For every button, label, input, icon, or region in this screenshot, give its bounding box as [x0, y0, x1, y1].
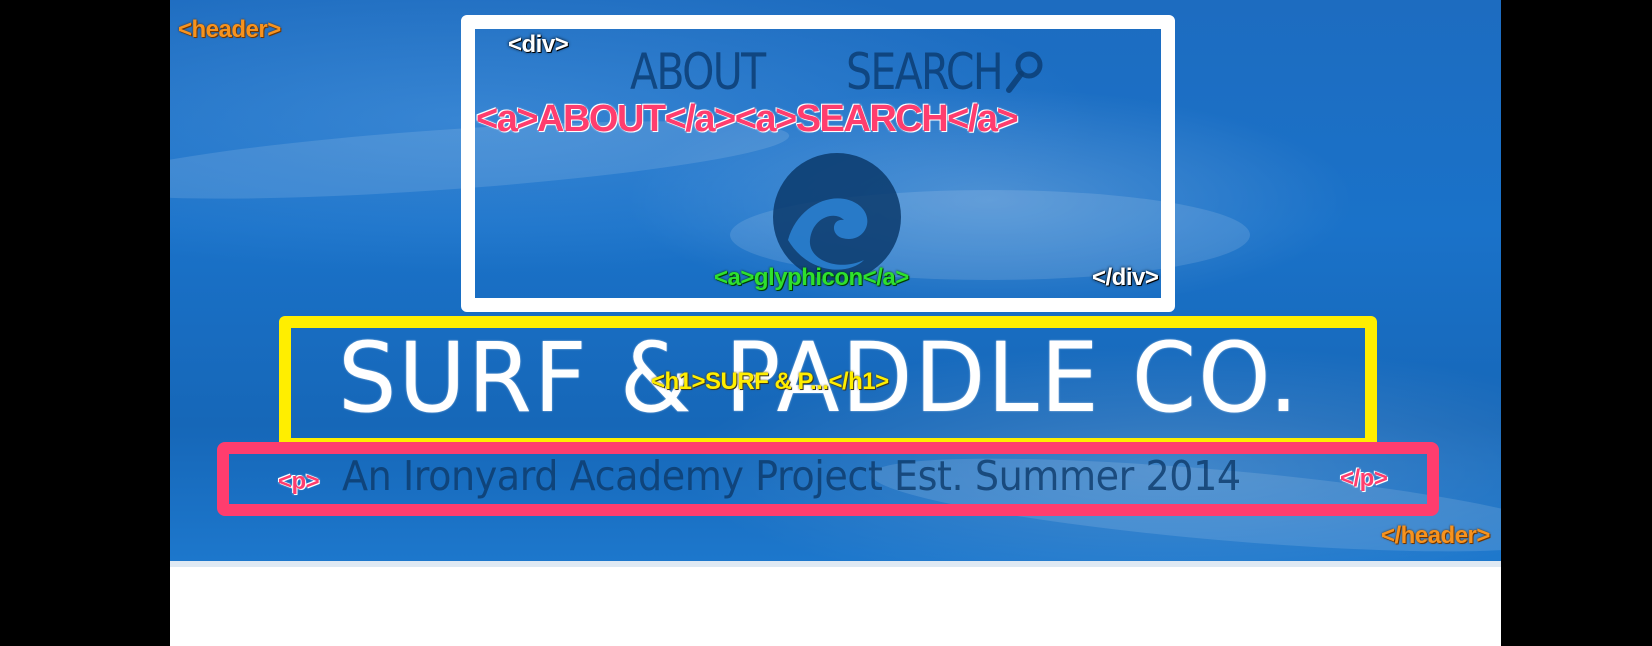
p-outline-box: [217, 442, 1439, 516]
glyph-link-tag: <a>glyphicon</a>: [714, 264, 909, 291]
nav-links-tag: <a>ABOUT</a><a>SEARCH</a>: [476, 98, 1019, 140]
p-close-tag: </p>: [1340, 465, 1388, 492]
header-close-tag: </header>: [1381, 522, 1490, 549]
h1-tag: <h1>SURF & P...</h1>: [651, 368, 889, 395]
p-open-tag: <p>: [278, 468, 320, 495]
page: ABOUT SEARCH SURF & PADDLE CO. An Ironya…: [170, 0, 1501, 646]
header-open-tag: <header>: [178, 16, 281, 43]
div-close-tag: </div>: [1092, 264, 1159, 291]
div-open-tag: <div>: [508, 31, 569, 58]
